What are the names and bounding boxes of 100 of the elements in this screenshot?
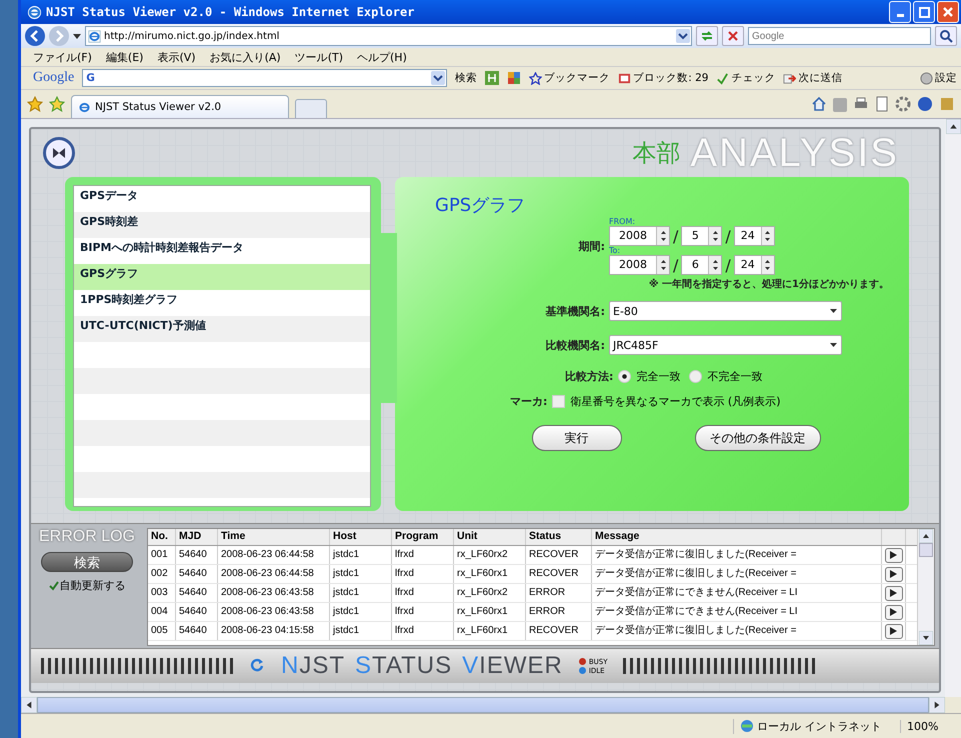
radio-button[interactable] bbox=[689, 370, 702, 383]
network-icon bbox=[740, 719, 754, 733]
menu-list-item[interactable]: GPS時刻差 bbox=[74, 212, 370, 238]
scroll-thumb[interactable] bbox=[919, 543, 933, 557]
collapse-button[interactable] bbox=[43, 137, 75, 169]
page-icon[interactable] bbox=[875, 96, 889, 112]
scrollbar[interactable] bbox=[945, 119, 961, 697]
menu-list-item[interactable]: GPSグラフ bbox=[74, 264, 370, 290]
checkbox-label: 衛星番号を異なるマーカで表示 (凡例表示) bbox=[570, 394, 780, 409]
add-favorite-icon[interactable] bbox=[49, 96, 65, 112]
column-header[interactable]: Message bbox=[592, 529, 882, 545]
puzzle-icon[interactable] bbox=[507, 71, 522, 85]
column-header[interactable]: MJD bbox=[176, 529, 218, 545]
detail-button[interactable] bbox=[884, 624, 902, 638]
compare-dropdown[interactable]: JRC485F bbox=[609, 335, 842, 355]
settings-button[interactable]: 設定 bbox=[920, 71, 957, 85]
scroll-left-icon[interactable] bbox=[21, 697, 37, 713]
back-button[interactable] bbox=[25, 26, 45, 46]
table-cell: jstdc1 bbox=[330, 584, 392, 602]
scroll-right-icon[interactable] bbox=[929, 697, 945, 713]
column-header[interactable]: Host bbox=[330, 529, 392, 545]
number-stepper[interactable]: 24 bbox=[734, 255, 775, 275]
scroll-up-icon[interactable] bbox=[946, 119, 960, 134]
detail-button[interactable] bbox=[884, 604, 902, 620]
browser-tab[interactable]: NJST Status Viewer v2.0 bbox=[71, 95, 289, 118]
table-cell: rx_LF60rx1 bbox=[454, 565, 526, 583]
scroll-down-icon[interactable] bbox=[919, 631, 933, 645]
help-icon[interactable] bbox=[917, 96, 933, 112]
menu-item[interactable]: ヘルプ(H) bbox=[357, 50, 407, 64]
form-button[interactable]: 実行 bbox=[532, 425, 622, 451]
send-arrow-icon bbox=[783, 72, 796, 84]
scrollbar[interactable] bbox=[917, 529, 934, 645]
blocked-window-icon bbox=[618, 72, 632, 84]
field-label: マーカ: bbox=[510, 394, 548, 409]
stepper-arrows-icon[interactable] bbox=[712, 258, 719, 272]
number-stepper[interactable]: 24 bbox=[734, 226, 775, 246]
maximize-button[interactable] bbox=[913, 1, 935, 23]
column-header[interactable]: Program bbox=[392, 529, 454, 545]
table-cell: 2008-06-23 06:43:58 bbox=[218, 603, 330, 621]
stop-button[interactable] bbox=[722, 26, 744, 46]
zoom-button[interactable]: 100% bbox=[900, 720, 961, 732]
table-cell: RECOVER bbox=[526, 622, 592, 640]
number-stepper[interactable]: 2008 bbox=[609, 255, 670, 275]
checkbox-label: 自動更新する bbox=[60, 578, 126, 593]
search-button[interactable]: 検索 bbox=[41, 552, 133, 572]
grid-icon[interactable] bbox=[485, 71, 500, 85]
refresh-button[interactable] bbox=[696, 26, 718, 46]
stepper-arrows-icon[interactable] bbox=[660, 258, 666, 272]
dropdown-icon[interactable] bbox=[676, 29, 690, 43]
date-separator: / bbox=[725, 226, 731, 246]
menu-list-item[interactable]: 1PPS時刻差グラフ bbox=[74, 290, 370, 316]
base-dropdown[interactable]: E-80 bbox=[609, 301, 842, 321]
home-icon[interactable] bbox=[811, 96, 827, 112]
stepper-arrows-icon[interactable] bbox=[764, 258, 772, 272]
stepper-arrows-icon[interactable] bbox=[660, 229, 666, 243]
address-field[interactable]: http://mirumo.nict.go.jp/index.html bbox=[85, 26, 692, 46]
table-cell: RECOVER bbox=[526, 565, 592, 583]
detail-button[interactable] bbox=[884, 586, 902, 600]
scroll-up-icon[interactable] bbox=[919, 529, 933, 543]
caret-icon[interactable] bbox=[73, 34, 81, 38]
table-cell: 54640 bbox=[176, 546, 218, 564]
search-button[interactable]: 検索 bbox=[455, 71, 478, 85]
number-stepper[interactable]: 5 bbox=[681, 226, 722, 246]
column-header[interactable]: Status bbox=[526, 529, 592, 545]
menu-item[interactable]: ファイル(F) bbox=[33, 50, 92, 64]
menu-list-item[interactable]: BIPMへの時計時刻差報告データ bbox=[74, 238, 370, 264]
date-separator: / bbox=[673, 226, 678, 246]
menu-list-item[interactable]: GPSデータ bbox=[74, 186, 370, 212]
dropdown-icon[interactable] bbox=[431, 71, 446, 85]
gear-icon[interactable] bbox=[895, 96, 911, 112]
toolbar-search-field[interactable]: G bbox=[82, 69, 448, 87]
close-button[interactable] bbox=[937, 1, 959, 23]
minimize-button[interactable] bbox=[889, 1, 911, 23]
bookmarks-button[interactable]: ブックマーク bbox=[529, 71, 610, 85]
detail-button[interactable] bbox=[884, 566, 902, 582]
radio-button[interactable] bbox=[618, 370, 632, 383]
collapse-arrows-icon bbox=[52, 146, 66, 160]
number-stepper[interactable]: 6 bbox=[681, 255, 722, 275]
menu-item[interactable]: 編集(E) bbox=[106, 50, 144, 64]
send-to-button[interactable]: 次に送信 bbox=[783, 71, 842, 85]
column-header[interactable]: Time bbox=[218, 529, 330, 545]
menu-item[interactable]: ツール(T) bbox=[294, 50, 343, 64]
favorites-star-icon[interactable] bbox=[27, 96, 43, 112]
column-header[interactable]: No. bbox=[148, 529, 176, 545]
search-button[interactable] bbox=[935, 26, 957, 46]
stepper-arrows-icon[interactable] bbox=[764, 229, 772, 243]
popup-blocker-button[interactable]: ブロック数: 29 bbox=[618, 71, 708, 85]
search-field[interactable]: Google bbox=[748, 27, 931, 45]
spell-check-button[interactable]: チェック bbox=[716, 71, 776, 85]
menu-item[interactable]: 表示(V) bbox=[157, 50, 196, 64]
number-stepper[interactable]: 2008 bbox=[609, 226, 670, 246]
menu-list-item[interactable]: UTC-UTC(NICT)予測値 bbox=[74, 316, 370, 342]
checkbox[interactable] bbox=[48, 580, 58, 590]
stepper-arrows-icon[interactable] bbox=[712, 229, 719, 243]
form-button[interactable]: その他の条件設定 bbox=[694, 425, 820, 451]
detail-button[interactable] bbox=[884, 548, 902, 562]
table-cell: 002 bbox=[148, 565, 176, 583]
column-header[interactable]: Unit bbox=[454, 529, 526, 545]
menu-item[interactable]: お気に入り(A) bbox=[210, 50, 281, 64]
table-cell: 54640 bbox=[176, 603, 218, 621]
